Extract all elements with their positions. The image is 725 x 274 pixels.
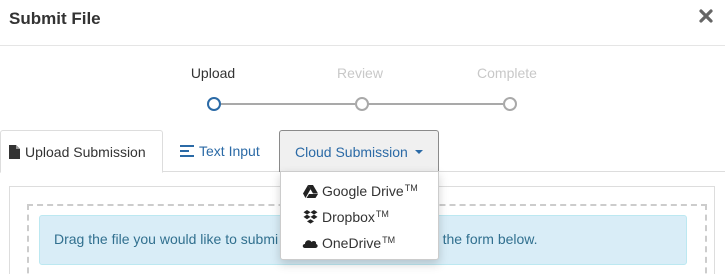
menu-item-dropbox[interactable]: Dropbox TM [281,204,438,230]
step-label-review: Review [337,65,383,81]
tab-label: Cloud Submission [295,143,408,160]
trademark-mark: TM [404,183,418,193]
tab-cloud-submission[interactable]: Cloud Submission [279,130,439,172]
submission-tabs: Upload Submission Text Input Cloud Submi… [0,130,725,173]
lines-icon [180,145,194,157]
cloud-dropdown-menu: Google Drive TM Dropbox TM OneDrive TM [280,171,439,260]
menu-item-google-drive[interactable]: Google Drive TM [281,178,438,204]
step-label-complete: Complete [477,65,537,81]
tab-label: Upload Submission [25,143,146,160]
progress-stepper: Upload Review Complete [0,46,725,126]
trademark-mark: TM [375,209,389,219]
step-connector [368,103,503,105]
file-icon [9,144,20,159]
step-connector [221,103,355,105]
tab-upload-submission[interactable]: Upload Submission [0,130,163,173]
modal-title: Submit File [9,9,101,28]
step-dot-review [355,97,369,111]
tab-label: Text Input [199,143,260,159]
step-dot-complete [503,97,517,111]
trademark-mark: TM [382,235,396,245]
onedrive-icon [302,238,318,248]
tab-text-input[interactable]: Text Input [180,130,260,172]
close-icon[interactable] [698,7,714,25]
menu-item-onedrive[interactable]: OneDrive TM [281,230,438,256]
google-drive-icon [302,184,318,198]
step-label-upload: Upload [190,65,236,81]
menu-item-label: OneDrive [322,235,382,251]
alert-text: Drag the file you would like to submi [54,231,279,247]
caret-down-icon [414,149,423,154]
menu-item-label: Dropbox [322,209,375,225]
menu-item-label: Google Drive [322,183,404,199]
step-dot-upload [207,97,221,111]
modal-header: Submit File [0,0,725,46]
dropbox-icon [302,210,318,224]
